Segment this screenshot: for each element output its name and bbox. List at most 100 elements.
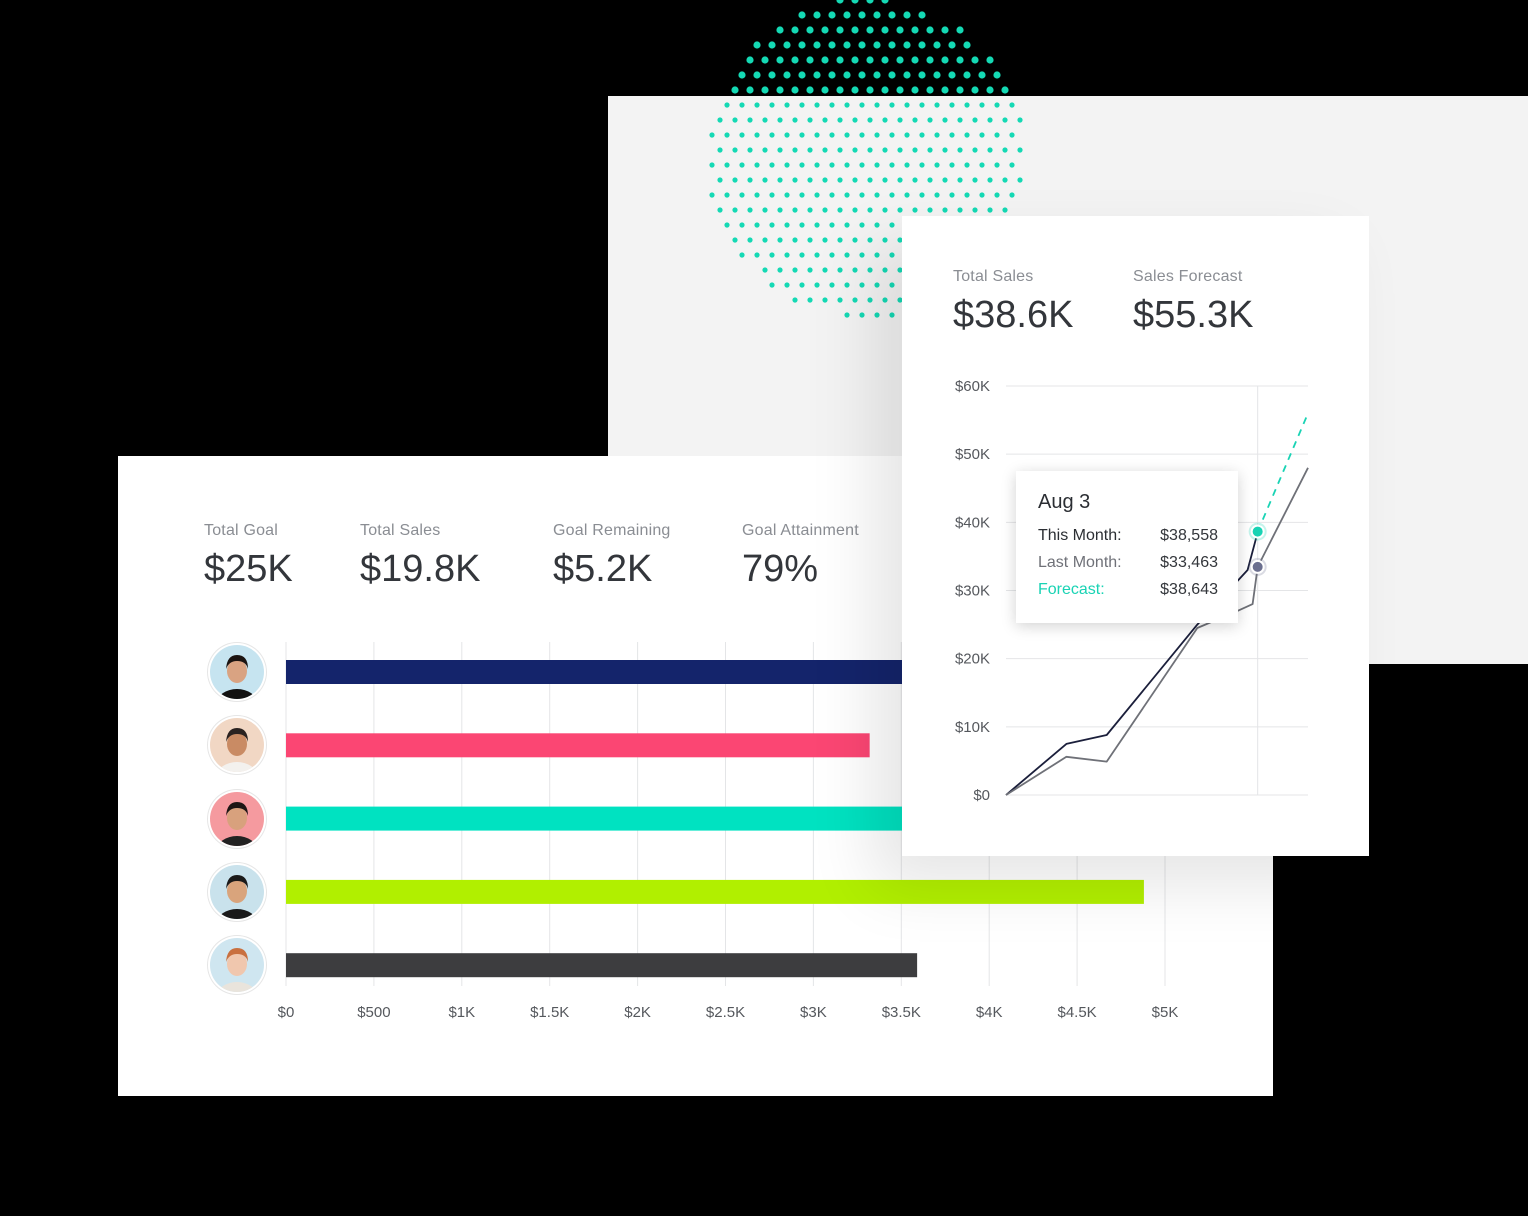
dot [1002,117,1008,123]
dot [724,102,730,108]
tooltip-value: $33,463 [1160,554,1218,571]
dot [971,56,979,64]
dot [904,132,910,138]
dot [814,162,820,168]
dot [784,282,790,288]
dot [948,71,956,79]
dot [873,11,881,19]
dot [709,192,715,198]
dot [724,192,730,198]
dot [806,56,814,64]
dot [1002,177,1008,183]
x-tick-label: $500 [357,1004,390,1021]
y-tick-label: $30K [955,583,990,600]
dot [754,222,760,228]
x-tick-label: $5K [1152,1004,1179,1021]
dot [903,71,911,79]
dot [732,207,738,213]
dot [858,71,866,79]
dot [927,147,933,153]
dot [889,162,895,168]
dot [979,192,985,198]
dot [843,11,851,19]
dot [986,86,994,94]
dot [837,297,843,303]
dot [994,192,1000,198]
dot [739,102,745,108]
dot [942,147,948,153]
dot [911,26,919,34]
dot [717,207,723,213]
dot [747,117,753,123]
dot [964,132,970,138]
dot [837,147,843,153]
dot [889,252,895,258]
dot [792,237,798,243]
dot [836,0,844,4]
dot [746,86,754,94]
dot [829,102,835,108]
dot [829,162,835,168]
dot [769,162,775,168]
dot [911,86,919,94]
tooltip-label: This Month: [1038,527,1122,544]
dot [768,41,776,49]
dot [979,132,985,138]
dot [889,312,895,318]
dot [888,11,896,19]
avatar-man-beard-icon [210,791,264,846]
dot [889,192,895,198]
dot [777,207,783,213]
dot [987,147,993,153]
tooltip-value: $38,643 [1160,581,1218,598]
dot [979,102,985,108]
dot [957,177,963,183]
dot [813,11,821,19]
dot [889,222,895,228]
dot [738,71,746,79]
dot [941,26,949,34]
dot [896,56,904,64]
x-tick-label: $3.5K [882,1004,921,1021]
dot [777,237,783,243]
dot [994,162,1000,168]
dot [897,117,903,123]
dot [769,282,775,288]
dot [851,26,859,34]
dot [912,207,918,213]
x-tick-label: $0 [278,1004,295,1021]
dot [769,222,775,228]
dot [859,252,865,258]
dot [964,162,970,168]
dot [859,132,865,138]
dot [1009,102,1015,108]
y-tick-label: $60K [955,378,990,395]
dot [934,192,940,198]
dot [829,192,835,198]
dot [934,132,940,138]
dot [1001,86,1009,94]
dot [769,102,775,108]
dot [897,207,903,213]
dot [776,56,784,64]
dot [739,222,745,228]
bar [286,733,870,758]
dot [918,41,926,49]
dot [814,252,820,258]
dot [799,282,805,288]
dot [739,252,745,258]
dot [873,71,881,79]
dot [934,102,940,108]
dot [843,41,851,49]
dot [754,252,760,258]
dot [888,41,896,49]
dot [739,132,745,138]
bar [286,879,1144,904]
dot [1017,177,1023,183]
dot [806,26,814,34]
dot [912,177,918,183]
series-line-forecast [1256,412,1309,532]
dot [972,177,978,183]
dot [956,86,964,94]
dot [844,132,850,138]
